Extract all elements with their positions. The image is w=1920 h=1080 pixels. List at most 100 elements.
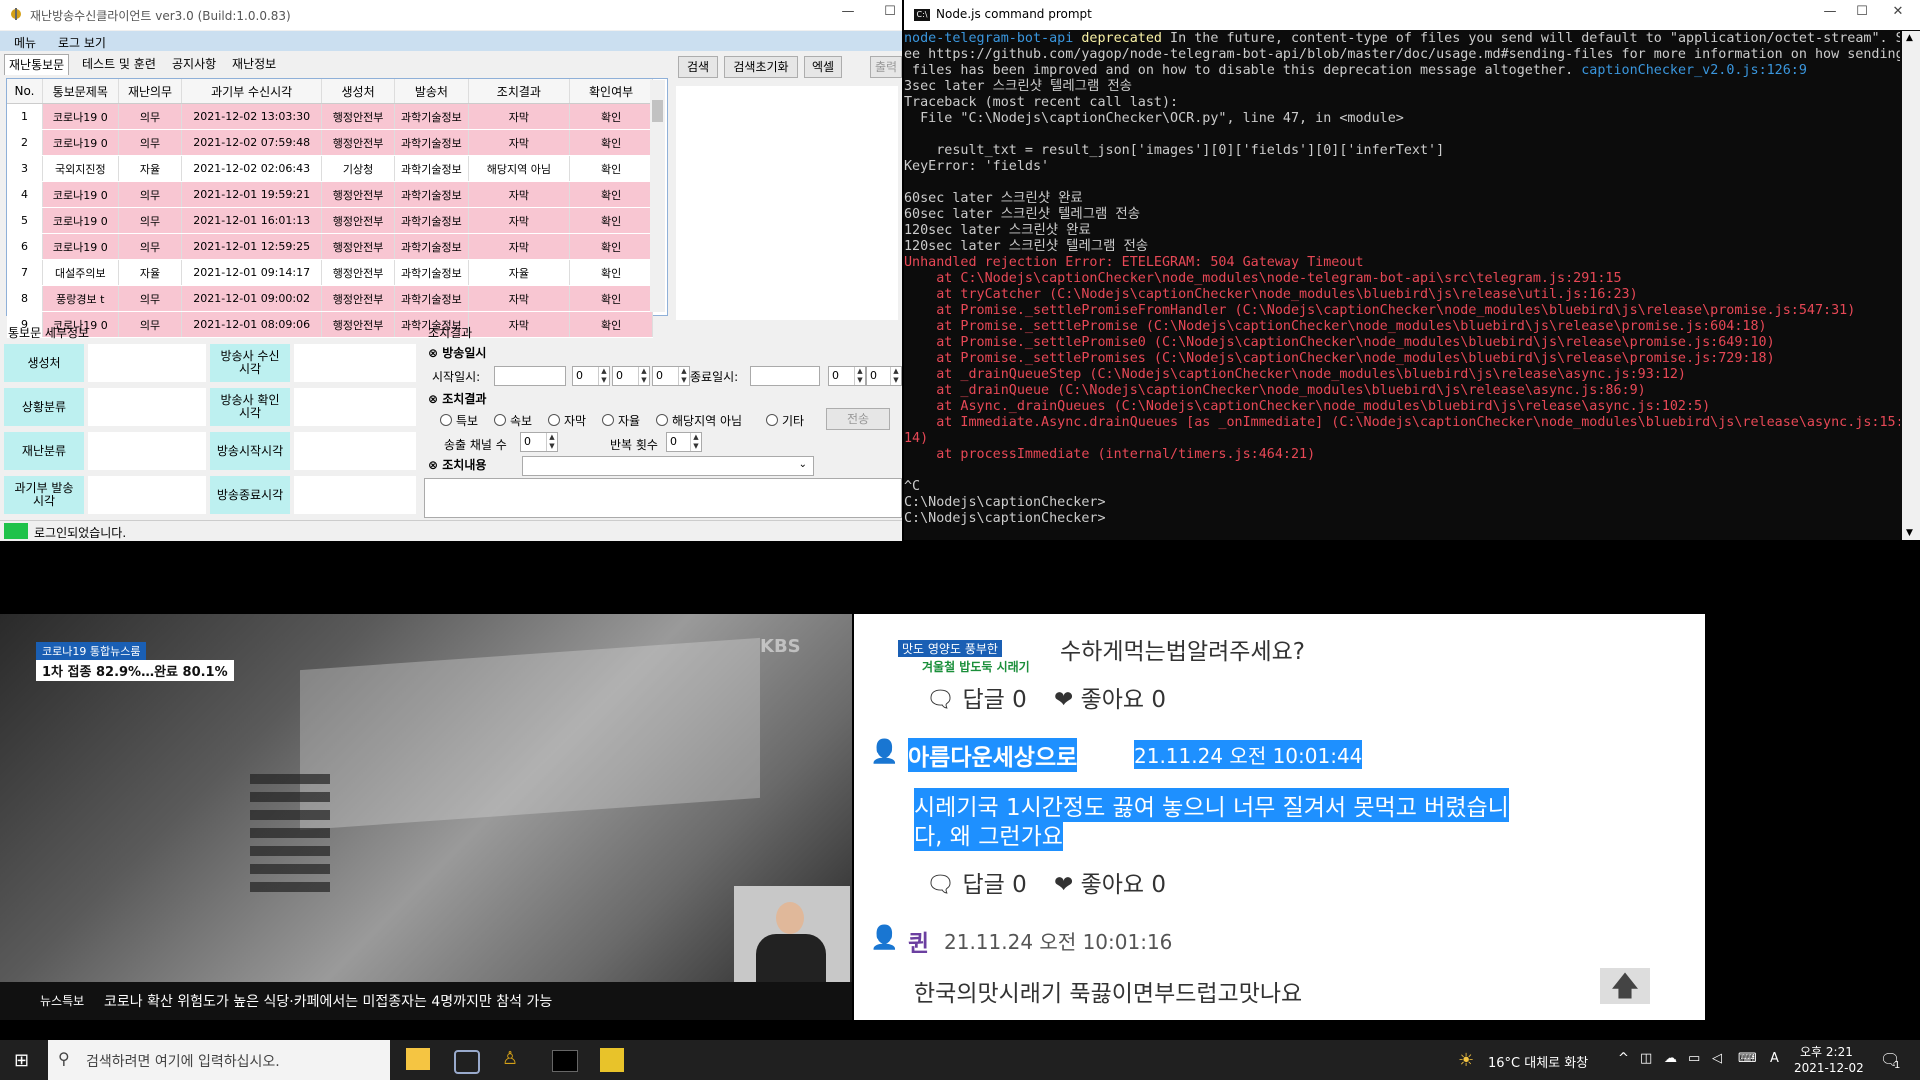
start-date-label: 시작일시: bbox=[432, 370, 481, 384]
cell-title: 코로나19 0 bbox=[42, 207, 119, 234]
minimize-icon[interactable]: — bbox=[1818, 4, 1842, 24]
excel-button[interactable]: 엑셀 bbox=[804, 56, 842, 78]
taskbar-search-box[interactable]: ⚲ 검색하려면 여기에 입력하십시오. bbox=[48, 1040, 390, 1080]
table-row[interactable]: 1 코로나19 0 의무 2021-12-02 13:03:30 행정안전부 과학기술정보… bbox=[7, 103, 653, 130]
table-row[interactable]: 3 국외지진정 자율 2021-12-02 02:06:43 기상청 과학기술정보 해당지역… bbox=[7, 155, 653, 182]
maximize-icon[interactable]: ☐ bbox=[1850, 4, 1874, 24]
table-scrollbar[interactable] bbox=[650, 80, 665, 312]
close-icon[interactable]: ✕ bbox=[1886, 4, 1910, 24]
tray-icon-1[interactable]: ◫ bbox=[1640, 1051, 1652, 1066]
column-header[interactable]: 조치결과 bbox=[468, 79, 571, 104]
send-button[interactable]: 전송 bbox=[826, 408, 890, 430]
column-header[interactable]: 생성처 bbox=[321, 79, 396, 104]
media-app-taskbar-icon[interactable] bbox=[600, 1048, 624, 1072]
table-row[interactable]: 6 코로나19 0 의무 2021-12-01 12:59:25 행정안전부 과학기술정보… bbox=[7, 233, 653, 260]
windows-start-icon[interactable]: ⊞ bbox=[14, 1050, 29, 1071]
radio-breaking[interactable]: 속보 bbox=[494, 412, 532, 429]
radio-caption[interactable]: 자막 bbox=[548, 412, 586, 429]
tab-alerts[interactable]: 재난통보문 bbox=[4, 54, 70, 75]
column-header[interactable]: No. bbox=[7, 79, 43, 104]
maximize-icon[interactable]: ☐ bbox=[878, 4, 902, 24]
end-min-stepper[interactable]: 0 ▲ ▼ bbox=[866, 366, 902, 386]
column-header[interactable]: 발송처 bbox=[394, 79, 469, 104]
disaster-client-window: 재난방송수신클라이언트 ver3.0 (Build:1.0.0.83) — ☐ … bbox=[0, 0, 902, 541]
column-header[interactable]: 과기부 수신시각 bbox=[181, 79, 322, 104]
repeat-count-stepper[interactable]: 0 ▲ ▼ bbox=[666, 432, 702, 452]
radio-not-applicable[interactable]: 해당지역 아님 bbox=[656, 412, 742, 429]
minimize-icon[interactable]: — bbox=[836, 4, 860, 24]
table-row[interactable]: 2 코로나19 0 의무 2021-12-02 07:59:48 행정안전부 과학기술정보… bbox=[7, 129, 653, 156]
scroll-down-icon[interactable]: ▼ bbox=[1906, 528, 1913, 538]
clock-time[interactable]: 오후 2:21 bbox=[1800, 1043, 1853, 1060]
volume-icon[interactable]: ◁ bbox=[1712, 1051, 1722, 1066]
cell-result: 해당지역 아님 bbox=[468, 155, 571, 182]
app-icon-2[interactable] bbox=[454, 1050, 480, 1074]
file-explorer-icon[interactable] bbox=[406, 1048, 430, 1070]
cell-title: 코로나19 0 bbox=[42, 233, 119, 260]
start-hour-stepper[interactable]: 0 ▲ ▼ bbox=[572, 366, 610, 386]
tab-notice[interactable]: 공지사항 bbox=[168, 54, 220, 74]
content-textarea[interactable] bbox=[424, 478, 902, 518]
comment-2: 한국의맛시래기 푹끓이면부드럽고맛나요 bbox=[914, 981, 1303, 1007]
cell-title: 국외지진정 bbox=[42, 155, 119, 182]
scroll-up-icon[interactable]: ▲ bbox=[1906, 33, 1913, 43]
radio-other[interactable]: 기타 bbox=[766, 412, 804, 429]
print-button[interactable]: 출력 bbox=[870, 56, 902, 78]
disaster-client-taskbar-icon[interactable]: ♙ bbox=[502, 1048, 524, 1072]
radio-voluntary[interactable]: 자율 bbox=[602, 412, 640, 429]
label-recv-time: 방송사 수신 시각 bbox=[210, 344, 290, 382]
cloud-icon[interactable]: ☁ bbox=[1664, 1051, 1677, 1066]
keyboard-icon[interactable]: ⌨ bbox=[1738, 1051, 1757, 1066]
reset-search-button[interactable]: 검색초기화 bbox=[724, 56, 798, 78]
cell-check: 확인 bbox=[569, 155, 653, 182]
column-header[interactable]: 재난의무 bbox=[118, 79, 183, 104]
channel-count-stepper[interactable]: 0 ▲ ▼ bbox=[520, 432, 558, 452]
terminal-taskbar-icon[interactable] bbox=[552, 1050, 578, 1072]
cell-no: 7 bbox=[7, 259, 43, 286]
end-hour-stepper[interactable]: 0 ▲ ▼ bbox=[828, 366, 866, 386]
terminal-titlebar[interactable]: C:\ Node.js command prompt — ☐ ✕ bbox=[904, 0, 1920, 30]
news-video-frame: 코로나19 통합뉴스룸 1차 접종 82.9%…완료 80.1% KBS 뉴스특… bbox=[0, 614, 852, 1020]
clock-date[interactable]: 2021-12-02 bbox=[1794, 1061, 1864, 1075]
table-row[interactable]: 8 풍랑경보 t 의무 2021-12-01 09:00:02 행정안전부 과학기술정보 자… bbox=[7, 285, 653, 312]
app-titlebar[interactable]: 재난방송수신클라이언트 ver3.0 (Build:1.0.0.83) — ☐ bbox=[0, 0, 902, 30]
terminal-output[interactable]: node-telegram-bot-api deprecated In the … bbox=[904, 31, 1900, 540]
terminal-line: 60sec later 스크린샷 텔레그램 전송 bbox=[904, 207, 1900, 223]
table-row[interactable]: 9 코로나19 0 의무 2021-12-01 08:09:06 행정안전부 과학기술정보… bbox=[7, 311, 653, 338]
terminal-text: ee https://github.com/yagop/node-telegra… bbox=[904, 47, 1900, 62]
terminal-text: 3sec later 스크린샷 텔레그램 전송 bbox=[904, 79, 1132, 94]
table-row[interactable]: 7 대설주의보 자율 2021-12-01 09:14:17 행정안전부 과학기술정보 자율… bbox=[7, 259, 653, 286]
search-button[interactable]: 검색 bbox=[678, 56, 718, 78]
terminal-line: Unhandled rejection Error: ETELEGRAM: 50… bbox=[904, 255, 1900, 271]
ime-indicator[interactable]: A bbox=[1770, 1051, 1779, 1066]
end-date-field[interactable] bbox=[750, 366, 820, 386]
terminal-scrollbar[interactable]: ▲ ▼ bbox=[1902, 31, 1920, 540]
menu-item-log[interactable]: 로그 보기 bbox=[58, 34, 106, 51]
start-date-field[interactable] bbox=[494, 366, 566, 386]
terminal-text: at C:\Nodejs\captionChecker\node_modules… bbox=[904, 271, 1622, 286]
table-row[interactable]: 4 코로나19 0 의무 2021-12-01 19:59:21 행정안전부 과학기술정보… bbox=[7, 181, 653, 208]
scroll-thumb[interactable] bbox=[652, 100, 663, 122]
table-row[interactable]: 5 코로나19 0 의무 2021-12-01 16:01:13 행정안전부 과학기술정보… bbox=[7, 207, 653, 234]
start-sec-stepper[interactable]: 0 ▲ ▼ bbox=[652, 366, 690, 386]
terminal-line: C:\Nodejs\captionChecker> bbox=[904, 511, 1900, 527]
cell-title: 코로나19 0 bbox=[42, 181, 119, 208]
column-header[interactable]: 확인여부 bbox=[569, 79, 653, 104]
terminal-text: files has been improved and on how to di… bbox=[904, 63, 1582, 78]
cell-creator: 기상청 bbox=[321, 155, 396, 182]
column-header[interactable]: 통보문제목 bbox=[42, 79, 119, 104]
content-select[interactable]: ⌄ bbox=[522, 456, 814, 476]
tab-disaster-info[interactable]: 재난정보 bbox=[228, 54, 280, 74]
tray-chevron-icon[interactable]: ^ bbox=[1618, 1051, 1629, 1066]
start-min-stepper[interactable]: 0 ▲ ▼ bbox=[612, 366, 650, 386]
cell-time: 2021-12-01 19:59:21 bbox=[181, 181, 322, 208]
menu-item-menu[interactable]: 메뉴 bbox=[14, 34, 36, 51]
cell-creator: 행정안전부 bbox=[321, 207, 396, 234]
cell-check: 확인 bbox=[569, 181, 653, 208]
network-icon[interactable]: ▭ bbox=[1688, 1051, 1700, 1066]
weather-text[interactable]: 16°C 대체로 화창 bbox=[1488, 1052, 1588, 1071]
radio-special[interactable]: 특보 bbox=[440, 412, 478, 429]
tab-test[interactable]: 테스트 및 훈련 bbox=[78, 54, 160, 74]
